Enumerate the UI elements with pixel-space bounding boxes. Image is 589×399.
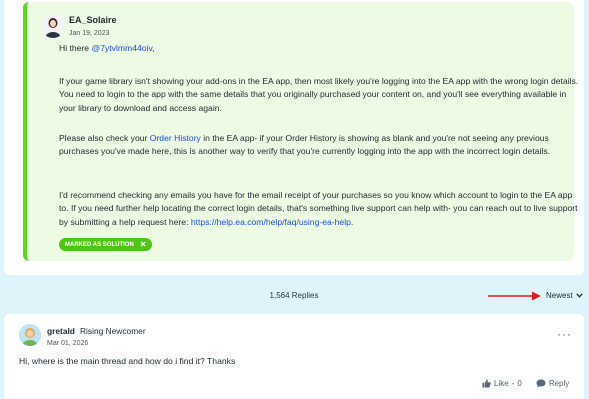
sort-label: Newest [546, 291, 573, 300]
thread-page: EA_Solaire Jan 19, 2023 Hi there @7ytvlm… [0, 0, 589, 399]
username[interactable]: gretald [47, 326, 75, 336]
post-date: Mar 01, 2026 [47, 340, 89, 347]
user-rank: Rising Newcomer [80, 326, 146, 336]
paragraph-3-end: . [350, 216, 354, 227]
solution-badge-label: MARKED AS SOLUTION [65, 241, 134, 248]
reply-card: gretald Rising Newcomer Mar 01, 2026 ···… [4, 314, 584, 399]
reply-actions: Like - 0 Reply [482, 379, 569, 388]
avatar[interactable] [41, 14, 65, 38]
greeting: Hi there @7ytvlmm44oiv, [59, 42, 584, 55]
post-date: Jan 19, 2023 [69, 30, 110, 37]
username[interactable]: EA_Solaire [69, 15, 117, 25]
accepted-solution: EA_Solaire Jan 19, 2023 Hi there @7ytvlm… [23, 2, 578, 261]
like-button[interactable]: Like - 0 [482, 379, 522, 388]
paragraph-2-text: Please also check your [59, 133, 150, 143]
sort-dropdown[interactable]: Newest [546, 291, 583, 300]
replies-count: 1,564 Replies [269, 291, 319, 300]
greeting-punct: , [152, 43, 155, 53]
solution-badge[interactable]: MARKED AS SOLUTION ✕ [59, 238, 153, 251]
chevron-down-icon [576, 293, 583, 298]
help-link[interactable]: https://help.ea.com/help/faq/using-ea-he… [191, 217, 351, 227]
paragraph-2: Please also check your Order History in … [59, 132, 584, 159]
greeting-text: Hi there [59, 43, 92, 53]
paragraph-1: If your game library isn't showing your … [59, 76, 579, 113]
solution-card: EA_Solaire Jan 19, 2023 Hi there @7ytvlm… [4, 0, 584, 275]
avatar[interactable] [19, 324, 41, 346]
like-separator: - [511, 379, 515, 388]
more-options-icon[interactable]: ··· [557, 328, 572, 340]
like-label: Like [494, 379, 509, 388]
paragraph-3: I'd recommend checking any emails you ha… [59, 189, 584, 229]
close-icon[interactable]: ✕ [140, 240, 147, 249]
speech-bubble-icon [536, 379, 546, 388]
order-history-link[interactable]: Order History [150, 133, 201, 143]
thumbs-up-icon [482, 379, 491, 388]
reply-button[interactable]: Reply [536, 379, 569, 388]
avatar-image [19, 324, 41, 346]
red-arrow-annotation [488, 291, 541, 301]
reply-body: Hi, where is the main thread and how do … [19, 356, 236, 366]
reply-label: Reply [548, 379, 570, 388]
avatar-image [41, 14, 65, 38]
like-count: 0 [517, 379, 522, 388]
user-mention-link[interactable]: @7ytvlmm44oiv [91, 43, 152, 53]
